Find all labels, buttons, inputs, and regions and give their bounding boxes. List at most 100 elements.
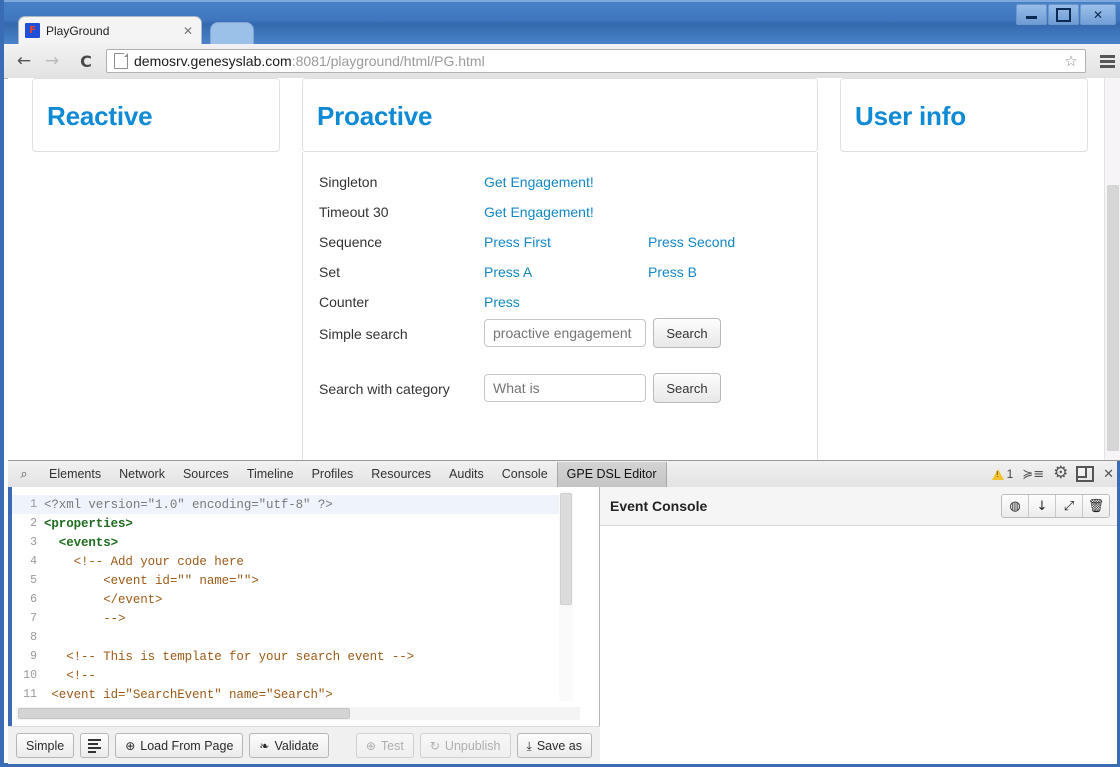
tab-close-icon[interactable]: ✕	[181, 24, 195, 38]
validate-label: Validate	[274, 738, 319, 753]
proactive-row-sequence: Sequence Press First Press Second	[303, 232, 819, 262]
editor-vertical-scrollbar[interactable]	[559, 491, 573, 701]
browser-toolbar: ← → C demosrv.genesyslab.com:8081/playgr…	[4, 44, 1120, 79]
row-label: Singleton	[319, 174, 378, 190]
devtools-tab-profiles[interactable]: Profiles	[303, 462, 363, 487]
load-from-page-button[interactable]: ⊕ Load From Page	[115, 733, 244, 758]
code-line: 2 <properties>	[12, 514, 568, 533]
favicon-icon: F	[25, 23, 40, 38]
devtools-search-icon[interactable]: ⌕	[8, 467, 40, 482]
format-list-button[interactable]	[80, 733, 110, 758]
bookmark-star-icon[interactable]: ☆	[1061, 53, 1081, 69]
panel-proactive-body: Singleton Get Engagement! Timeout 30 Get…	[302, 152, 818, 460]
code-text: <event id="SearchEvent" name="Search">	[44, 687, 333, 702]
url-host: demosrv.genesyslab.com	[134, 53, 292, 69]
console-drawer-icon[interactable]: ≽≡	[1022, 468, 1044, 481]
warning-indicator[interactable]: 1	[991, 467, 1014, 481]
editor-vscrollbar-thumb[interactable]	[560, 493, 572, 605]
url-path: :8081/playground/html/PG.html	[291, 53, 485, 69]
chrome-menu-icon[interactable]	[1094, 47, 1120, 75]
editor-horizontal-scrollbar[interactable]	[16, 707, 580, 720]
scroll-down-icon[interactable]: ↓	[1029, 495, 1056, 517]
event-console-pane: Event Console ◍ ↓ ⤢ 🗑	[600, 487, 1120, 764]
simple-search-button[interactable]: Search	[653, 318, 721, 348]
proactive-row-singleton: Singleton Get Engagement!	[303, 172, 819, 202]
close-devtools-icon[interactable]: ✕	[1103, 468, 1114, 481]
devtools-tab-timeline[interactable]: Timeline	[238, 462, 303, 487]
devtools-tab-audits[interactable]: Audits	[440, 462, 493, 487]
reload-button[interactable]: C	[72, 47, 100, 75]
list-lines-icon	[88, 738, 102, 753]
line-number: 9	[30, 650, 37, 663]
category-search-input[interactable]	[484, 374, 646, 402]
devtools-tab-resources[interactable]: Resources	[362, 462, 440, 487]
link-get-engagement-singleton[interactable]: Get Engagement!	[484, 172, 594, 192]
simple-button[interactable]: Simple	[16, 733, 75, 758]
code-text: <!--	[44, 668, 96, 683]
devtools-tab-elements[interactable]: Elements	[40, 462, 110, 487]
line-number: 6	[30, 593, 37, 606]
save-as-button[interactable]: ⤓ Save as	[516, 733, 592, 758]
new-tab-button[interactable]	[210, 22, 254, 45]
forward-button[interactable]: →	[38, 47, 66, 75]
address-bar[interactable]: demosrv.genesyslab.com:8081/playground/h…	[106, 49, 1086, 73]
expand-icon[interactable]: ⤢	[1056, 495, 1083, 517]
simple-button-label: Simple	[26, 738, 65, 753]
code-line: 4 <!-- Add your code here	[12, 552, 568, 571]
proactive-row-set: Set Press A Press B	[303, 262, 819, 292]
devtools-tab-console[interactable]: Console	[493, 462, 557, 487]
row-label: Timeout 30	[319, 204, 389, 220]
panel-reactive: Reactive	[32, 78, 280, 152]
page-scrollbar-thumb[interactable]	[1107, 185, 1119, 451]
event-console-header: Event Console ◍ ↓ ⤢ 🗑	[600, 487, 1120, 526]
panel-reactive-title: Reactive	[47, 101, 153, 131]
row-label: Counter	[319, 294, 369, 310]
code-editor[interactable]: 1 <?xml version="1.0" encoding="utf-8" ?>…	[12, 495, 568, 701]
clear-trash-icon[interactable]: 🗑	[1083, 495, 1109, 517]
dock-icon[interactable]	[1076, 466, 1095, 482]
address-bar-url: demosrv.genesyslab.com:8081/playground/h…	[134, 53, 485, 69]
devtools-tab-sources[interactable]: Sources	[174, 462, 238, 487]
code-line: 6 </event>	[12, 590, 568, 609]
devtools-tab-network[interactable]: Network	[110, 462, 174, 487]
code-line: 3 <events>	[12, 533, 568, 552]
load-from-page-label: Load From Page	[140, 738, 234, 753]
hide-events-icon[interactable]: ◍	[1002, 495, 1029, 517]
page-info-icon[interactable]	[114, 53, 128, 69]
link-get-engagement-timeout[interactable]: Get Engagement!	[484, 202, 594, 222]
line-number: 4	[30, 555, 37, 568]
event-console-buttons: ◍ ↓ ⤢ 🗑	[1001, 494, 1110, 518]
page-vertical-scrollbar[interactable]	[1104, 78, 1120, 460]
test-button[interactable]: ⊕ Test	[355, 733, 414, 758]
editor-hscrollbar-thumb[interactable]	[18, 708, 350, 719]
simple-search-input[interactable]	[484, 319, 646, 347]
back-button[interactable]: ←	[10, 47, 38, 75]
validate-button[interactable]: ❧ Validate	[249, 733, 329, 758]
proactive-row-counter: Counter Press	[303, 292, 819, 322]
dsl-editor-pane: 1 <?xml version="1.0" encoding="utf-8" ?>…	[8, 487, 600, 764]
simple-search-label: Simple search	[319, 326, 408, 342]
link-press-counter[interactable]: Press	[484, 292, 520, 312]
devtools-tab-bar: ⌕ Elements Network Sources Timeline Prof…	[8, 461, 1120, 488]
proactive-row-timeout30: Timeout 30 Get Engagement!	[303, 202, 819, 232]
settings-gear-icon[interactable]	[1053, 463, 1068, 483]
link-press-first[interactable]: Press First	[484, 232, 551, 252]
tab-strip: F PlayGround ✕	[4, 16, 1120, 45]
category-search-button[interactable]: Search	[653, 373, 721, 403]
code-text: <properties>	[44, 516, 133, 531]
download-circle-icon: ⊕	[125, 738, 136, 753]
devtools-tab-gpe-dsl-editor[interactable]: GPE DSL Editor	[556, 461, 667, 487]
line-number: 2	[30, 517, 37, 530]
link-press-a[interactable]: Press A	[484, 262, 532, 282]
warning-count: 1	[1006, 467, 1014, 481]
warning-triangle-icon	[991, 468, 1004, 480]
test-label: Test	[380, 738, 404, 753]
code-line: 11 <event id="SearchEvent" name="Search"…	[12, 685, 568, 702]
link-press-b[interactable]: Press B	[648, 262, 697, 282]
unpublish-button[interactable]: ↻ Unpublish	[419, 733, 511, 758]
proactive-row-simple-search: Simple search Search	[303, 318, 819, 354]
browser-tab-playground[interactable]: F PlayGround ✕	[18, 16, 202, 44]
line-number: 7	[30, 612, 37, 625]
link-press-second[interactable]: Press Second	[648, 232, 735, 252]
event-console-log[interactable]	[600, 526, 1120, 764]
